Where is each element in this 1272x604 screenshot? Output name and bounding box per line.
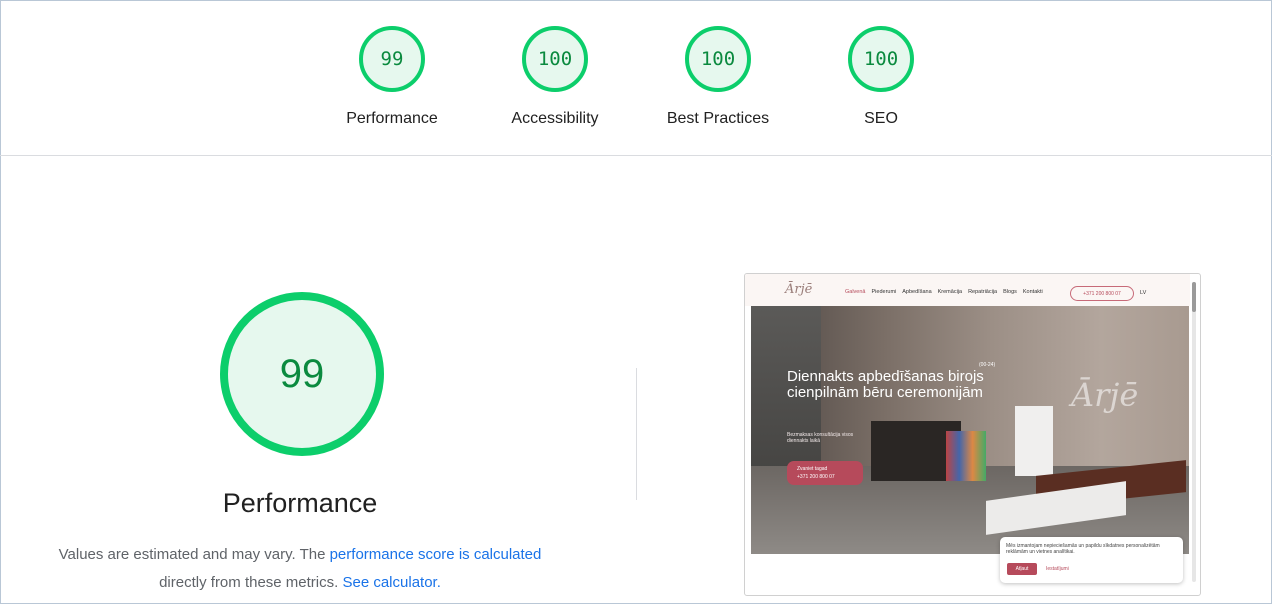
language-selector: LV: [1140, 290, 1147, 296]
nav-item: Kremācija: [937, 289, 963, 295]
nav-item: Galvenā: [845, 289, 866, 295]
gauge-label: Best Practices: [666, 110, 770, 127]
hero-title: Diennakts apbedīšanas birojs cienpilnām …: [787, 368, 984, 401]
gauge-best-practices[interactable]: 100 Best Practices: [653, 26, 783, 128]
score-ring: 99: [359, 26, 425, 92]
nav-item: Kontakti: [1022, 289, 1043, 295]
cookie-banner: Mēs izmantojam nepieciešamās un papildu …: [1000, 537, 1183, 583]
performance-title: Performance: [222, 488, 378, 518]
gauge-label: Accessibility: [511, 110, 599, 127]
gauge-label: SEO: [864, 110, 898, 127]
gauge-label: Performance: [346, 110, 438, 127]
cta-line-1: Zvaniet tagad: [797, 466, 828, 472]
performance-score-gauge: 99: [220, 292, 384, 456]
performance-note: Values are estimated and may vary. The p…: [30, 541, 570, 597]
hero-badge: (00-24): [979, 362, 996, 368]
see-calculator-link[interactable]: See calculator.: [342, 574, 440, 591]
score-ring: 100: [522, 26, 588, 92]
gauge-accessibility[interactable]: 100 Accessibility: [490, 26, 620, 128]
site-header: Ārjē Galvenā Piederumi Apbedīšana Kremāc…: [745, 274, 1190, 306]
nav-item: Piederumi: [871, 289, 897, 295]
hero-call-button: Zvaniet tagad +371 200 800 07: [787, 461, 863, 485]
performance-calculated-link[interactable]: performance score is calculated: [330, 546, 542, 563]
site-logo: Ārjē: [785, 282, 813, 297]
vertical-divider: [636, 368, 637, 500]
category-scores-row: 99 Performance 100 Accessibility 100 Bes…: [0, 0, 1272, 156]
nav-item: Repatriācija: [968, 289, 998, 295]
phone-button: +371 200 800 07: [1070, 286, 1134, 301]
wall-logo: Ārjē: [1071, 376, 1139, 414]
note-text: Values are estimated and may vary. The: [58, 546, 330, 563]
thumbnail-scrollbar: [1192, 282, 1196, 582]
hero-image: Ārjē Diennakts apbedīšanas birojs cienpi…: [751, 306, 1189, 554]
score-ring: 100: [685, 26, 751, 92]
gauge-seo[interactable]: 100 SEO: [816, 26, 946, 128]
cookie-accept-button: Atļaut: [1007, 563, 1037, 575]
cta-line-2: +371 200 800 07: [797, 474, 835, 480]
score-ring: 100: [848, 26, 914, 92]
nav-item: Blogs: [1003, 289, 1017, 295]
note-text-2: directly from these metrics.: [159, 574, 339, 591]
cookie-settings-link: Iestatījumi: [1046, 566, 1069, 572]
final-screenshot[interactable]: Ārjē Galvenā Piederumi Apbedīšana Kremāc…: [744, 273, 1201, 596]
site-nav-items: Galvenā Piederumi Apbedīšana Kremācija R…: [845, 289, 1043, 295]
gauge-performance[interactable]: 99 Performance: [327, 26, 457, 128]
hero-subtitle: Bezmaksas konsultācija visos diennakts l…: [787, 432, 854, 444]
hero-shelf: [1015, 406, 1053, 476]
hero-clothes: [946, 431, 986, 481]
nav-item: Apbedīšana: [902, 289, 932, 295]
cookie-text: Mēs izmantojam nepieciešamās un papildu …: [1006, 543, 1160, 555]
